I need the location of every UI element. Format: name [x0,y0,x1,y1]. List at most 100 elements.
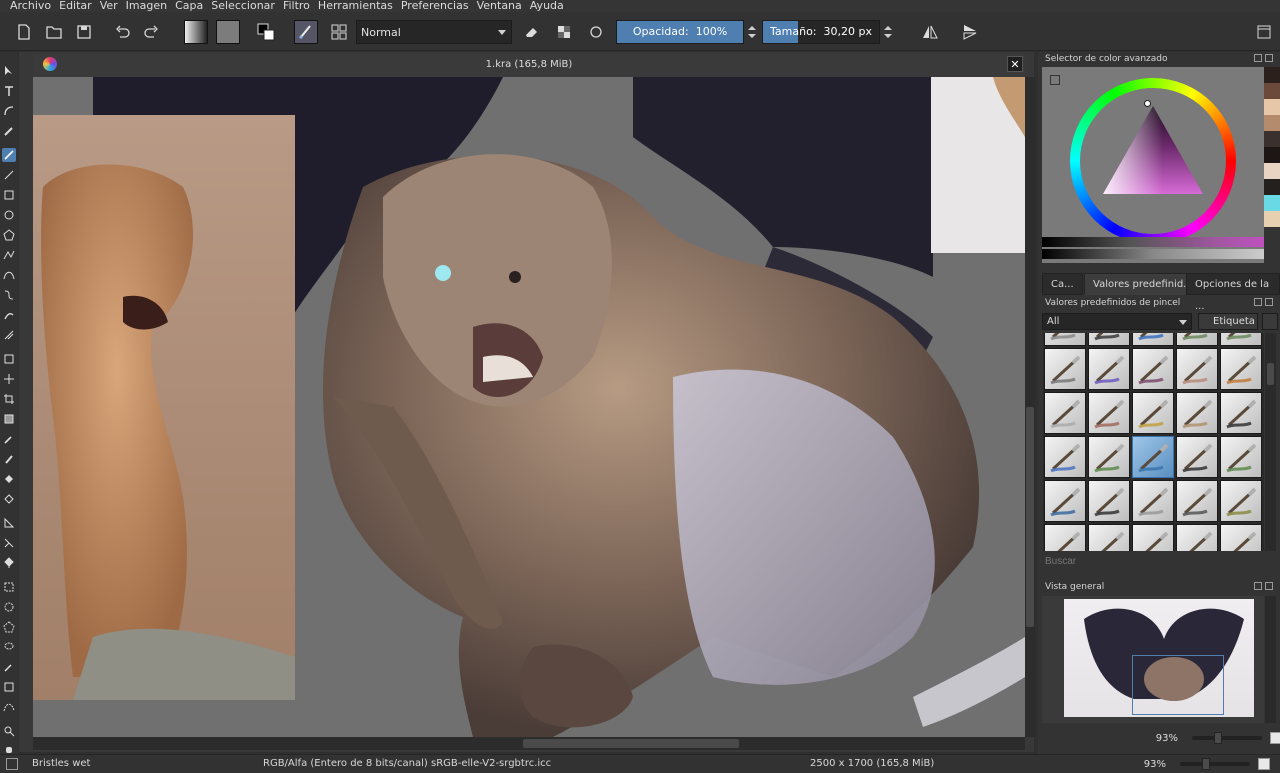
brush-preset-item[interactable] [1220,333,1262,346]
save-button[interactable] [72,20,96,44]
brush-presets-dock-buttons[interactable] [1254,298,1274,308]
brush-preset-item[interactable] [1044,524,1086,551]
brush-preset-item[interactable] [1088,524,1130,551]
contiguous-select-tool[interactable] [2,660,16,674]
gradient-tool[interactable] [2,412,16,426]
reload-preset-button[interactable] [584,20,608,44]
mirror-vertical-button[interactable] [958,20,982,44]
move-tool[interactable] [2,372,16,386]
overview-scrollbar[interactable] [1265,596,1276,723]
assistant-tool[interactable] [2,536,16,550]
text-tool[interactable] [2,84,16,98]
brush-preset-item[interactable] [1176,392,1218,434]
workspace-switcher-button[interactable] [1252,20,1276,44]
selector-settings-icon[interactable] [1050,75,1060,85]
open-document-button[interactable] [42,20,66,44]
measure-tool[interactable] [2,516,16,530]
brush-preset-item[interactable] [1220,348,1262,390]
edit-shapes-tool[interactable] [2,104,16,118]
canvas-vertical-scrollbar[interactable] [1025,77,1035,737]
saturation-value-triangle[interactable] [1103,106,1203,194]
brush-preset-item[interactable] [1088,436,1130,478]
brush-preview-icon[interactable] [6,758,18,770]
document-tab[interactable]: 1.kra (165,8 MiB) ✕ [33,54,1025,77]
brush-preset-item[interactable] [1044,392,1086,434]
painting-canvas[interactable] [33,77,1025,737]
status-zoom-button[interactable] [1258,758,1270,770]
polygon-tool[interactable] [2,228,16,242]
color-cursor[interactable] [1144,100,1151,107]
freehand-path-tool[interactable] [2,288,16,302]
menu-ver[interactable]: Ver [96,0,122,12]
smart-patch-tool[interactable] [2,472,16,486]
redo-button[interactable] [140,20,164,44]
brush-preset-item[interactable] [1044,436,1086,478]
mirror-horizontal-button[interactable] [918,20,942,44]
brush-preset-item[interactable] [1088,392,1130,434]
new-document-button[interactable] [12,20,36,44]
ellipse-select-tool[interactable] [2,600,16,614]
menu-imagen[interactable]: Imagen [122,0,171,12]
size-slider[interactable]: Tamaño: 30,20 px [762,20,880,44]
brush-preset-item[interactable] [1132,524,1174,551]
menu-filtro[interactable]: Filtro [279,0,314,12]
brush-preset-item[interactable] [1132,480,1174,522]
opacity-spinner[interactable] [746,20,758,44]
bezier-select-tool[interactable] [2,700,16,714]
color-swatch[interactable] [1264,147,1280,163]
hue-ring[interactable] [1070,78,1236,244]
overview-viewport-rect[interactable] [1132,655,1224,715]
overview-zoom-button[interactable] [1270,732,1280,744]
crop-tool[interactable] [2,392,16,406]
size-spinner[interactable] [882,20,894,44]
brush-preset-item[interactable] [1220,524,1262,551]
menu-seleccionar[interactable]: Seleccionar [207,0,279,12]
overview-zoom-slider[interactable] [1192,732,1262,744]
color-swatch[interactable] [1264,83,1280,99]
overview-zoom-knob[interactable] [1214,732,1222,744]
value-strip[interactable] [1042,249,1264,259]
tab-color-sets[interactable]: Ca... [1042,273,1083,295]
foreground-background-colors[interactable] [254,20,278,44]
color-swatch[interactable] [1264,163,1280,179]
color-history-strip[interactable] [1042,237,1264,247]
brush-preset-item[interactable] [1044,480,1086,522]
transform-tool[interactable] [2,352,16,366]
line-tool[interactable] [2,168,16,182]
menu-preferencias[interactable]: Preferencias [397,0,473,12]
brush-preset-item[interactable] [1176,480,1218,522]
brush-preset-item[interactable] [1176,436,1218,478]
menu-ventana[interactable]: Ventana [473,0,526,12]
gradient-selector[interactable] [184,20,208,44]
color-swatch[interactable] [1264,195,1280,211]
brush-preset-item[interactable] [1132,436,1174,478]
colorize-mask-tool[interactable] [2,452,16,466]
menu-ayuda[interactable]: Ayuda [526,0,568,12]
menu-capa[interactable]: Capa [171,0,207,12]
color-selector-dock-buttons[interactable] [1254,54,1274,64]
brush-preset-item[interactable] [1220,480,1262,522]
reference-images-tool[interactable] [2,556,16,570]
preset-view-menu-button[interactable] [1262,313,1278,330]
color-picker-tool[interactable] [2,432,16,446]
color-swatch[interactable] [1264,179,1280,195]
brush-preset-item[interactable] [1044,333,1086,346]
polygon-select-tool[interactable] [2,620,16,634]
brush-preset-item[interactable] [1132,348,1174,390]
brush-preset-item[interactable] [1220,436,1262,478]
zoom-tool[interactable] [2,724,16,738]
fill-tool[interactable] [2,492,16,506]
menu-herramientas[interactable]: Herramientas [314,0,397,12]
brush-preset-item[interactable] [1088,348,1130,390]
color-swatch[interactable] [1264,131,1280,147]
color-swatch[interactable] [1264,115,1280,131]
vertical-scroll-thumb[interactable] [1026,407,1034,627]
dynamic-brush-tool[interactable] [2,308,16,322]
multibrush-tool[interactable] [2,328,16,342]
close-document-button[interactable]: ✕ [1007,56,1023,72]
overview-panel[interactable]: 93% [1042,596,1280,744]
brush-preset-item[interactable] [1176,348,1218,390]
tag-filter-select[interactable]: All [1042,313,1192,330]
brush-preset-item[interactable] [1176,333,1218,346]
preserve-alpha-button[interactable] [552,20,576,44]
